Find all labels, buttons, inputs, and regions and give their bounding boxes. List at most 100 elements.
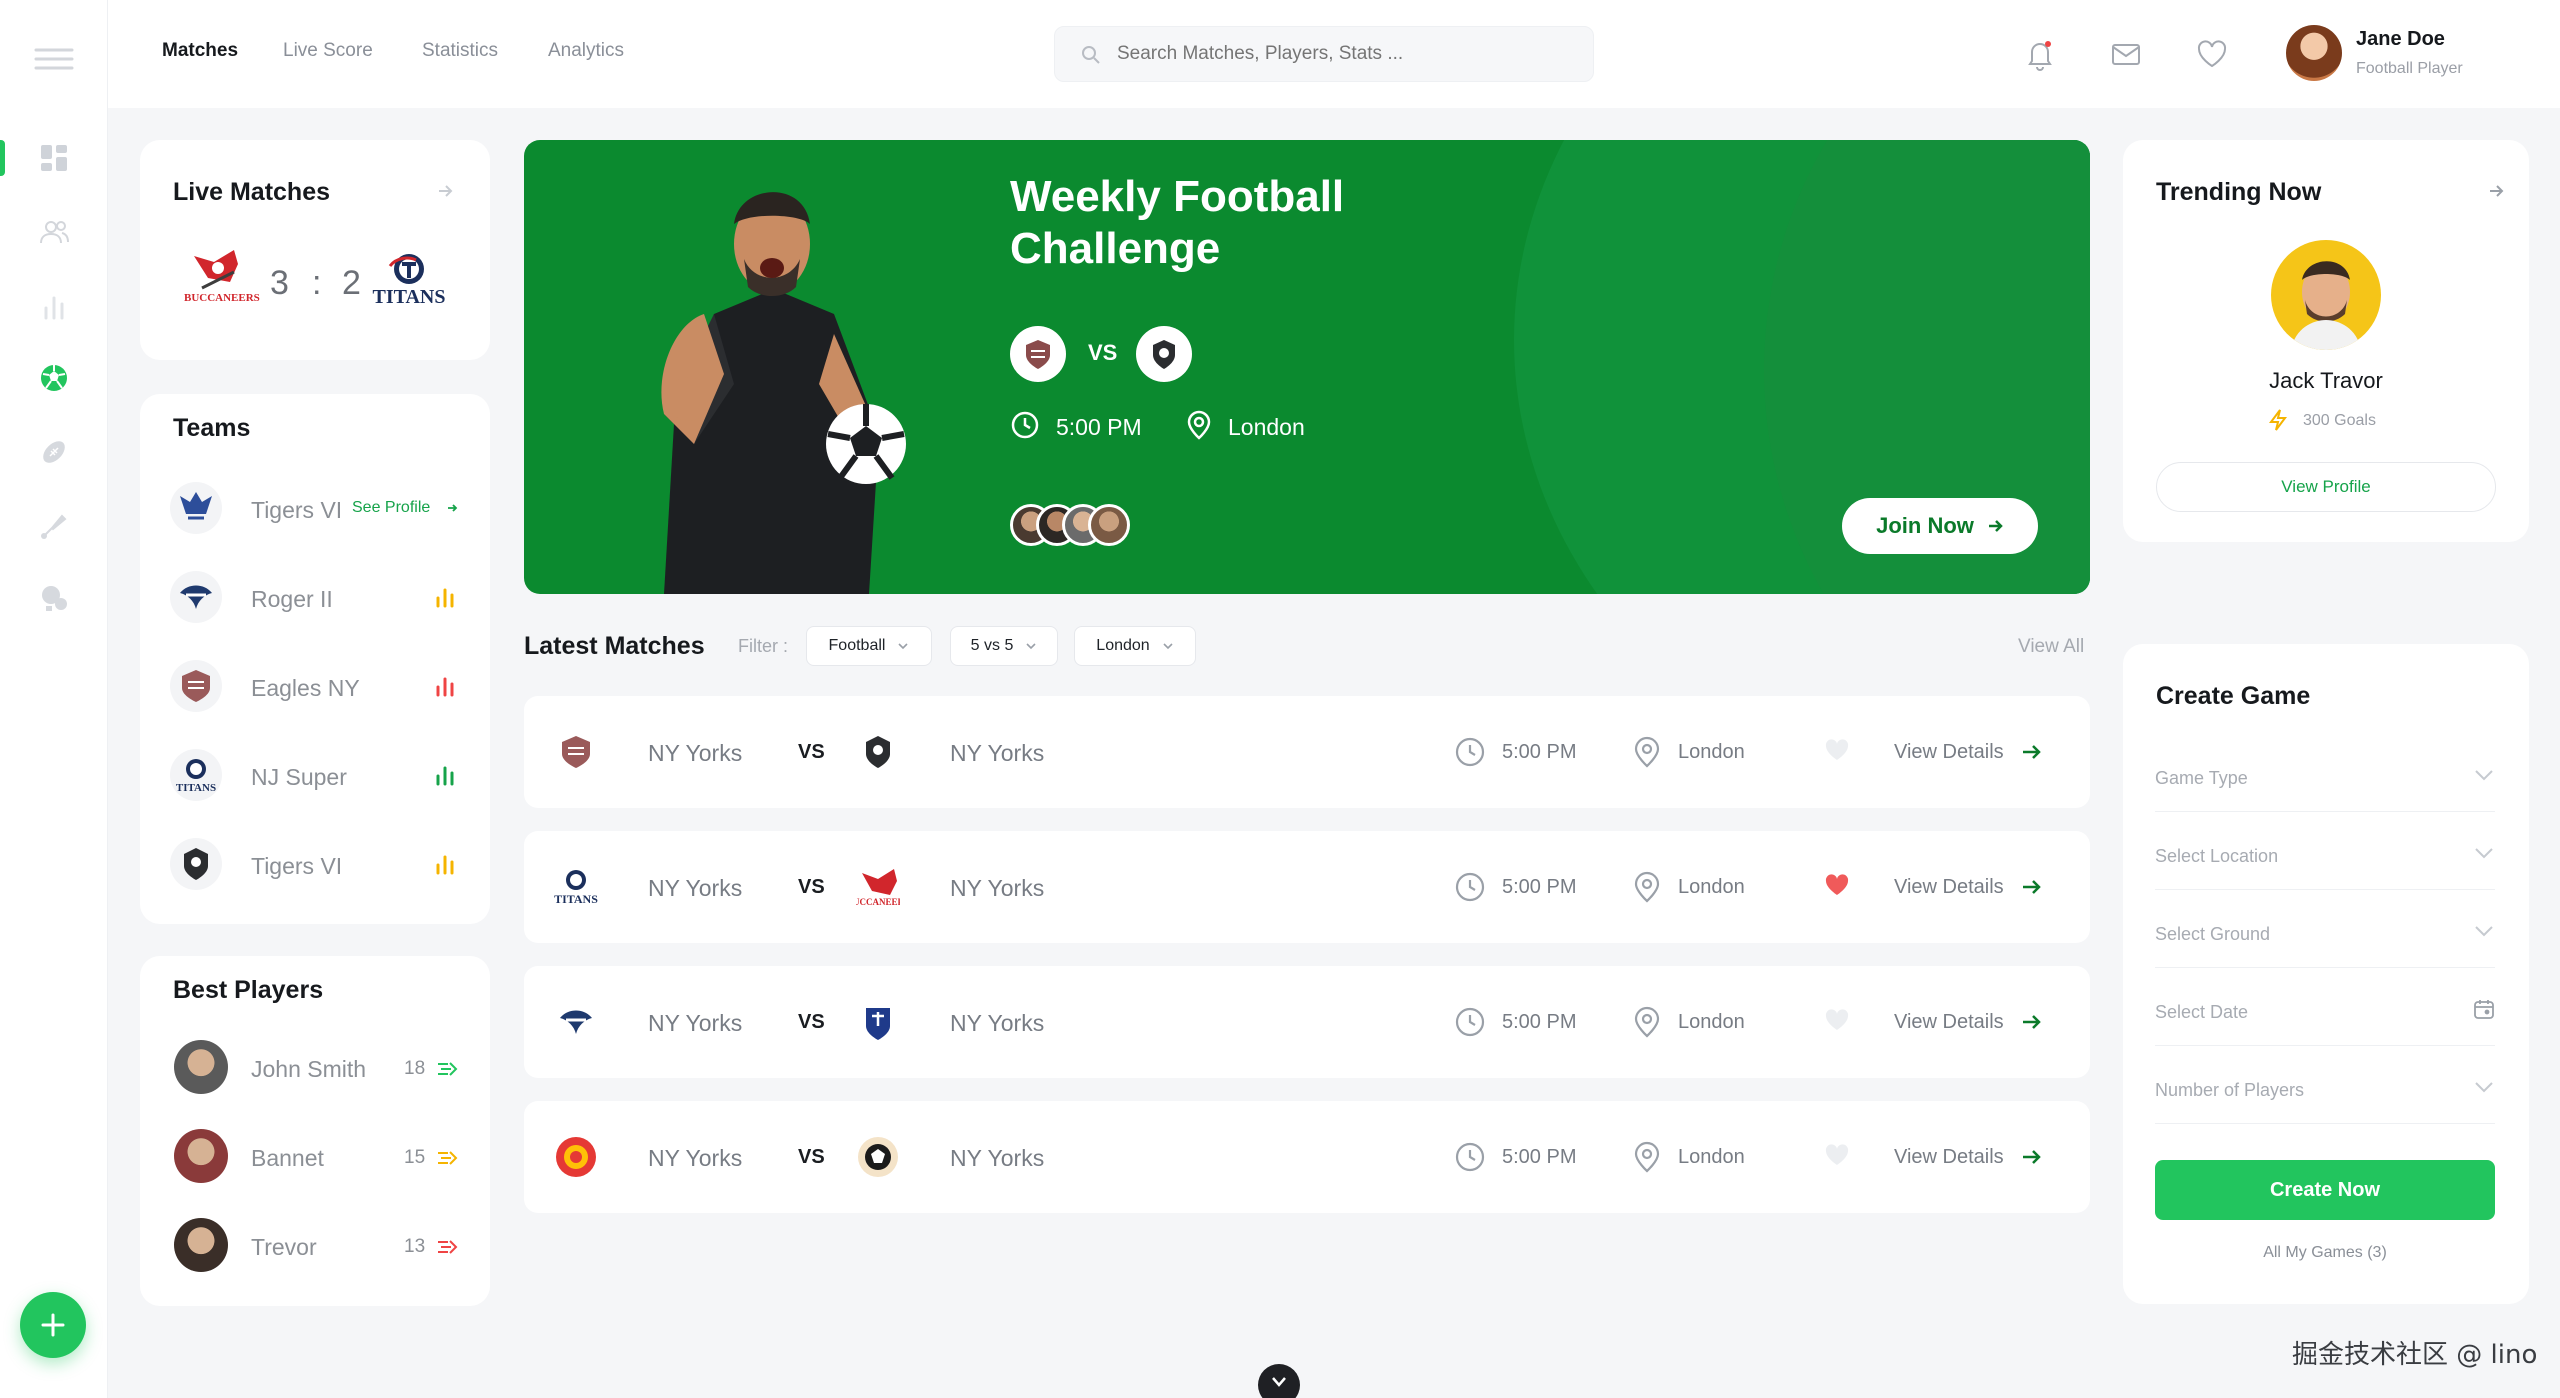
search-input[interactable] bbox=[1117, 37, 1567, 71]
match-row[interactable]: NY Yorks VS NY Yorks 5:00 PM London View Deta… bbox=[524, 1101, 2090, 1213]
date-label: Select Date bbox=[2155, 1002, 2249, 1022]
chart-bar-icon[interactable] bbox=[434, 764, 456, 791]
player-row[interactable]: Trevor 13 bbox=[140, 1216, 490, 1278]
team-row[interactable]: Tigers VI See Profile bbox=[140, 475, 490, 541]
team-row[interactable]: Eagles NY bbox=[140, 653, 490, 719]
rugby-icon[interactable] bbox=[34, 432, 74, 472]
trophy-icon[interactable] bbox=[34, 578, 74, 618]
arrow-right-icon[interactable] bbox=[2020, 1010, 2044, 1039]
clock-icon bbox=[1454, 871, 1486, 908]
match-time: 5:00 PM bbox=[1502, 876, 1577, 898]
chart-bar-icon[interactable] bbox=[434, 853, 456, 880]
user-name[interactable]: Jane Doe bbox=[2356, 28, 2445, 51]
view-profile-button[interactable]: View Profile bbox=[2156, 462, 2496, 512]
user-role: Football Player bbox=[2356, 60, 2463, 77]
player-name: John Smith bbox=[251, 1056, 367, 1082]
trending-goals: 300 Goals bbox=[2303, 412, 2376, 429]
player-row[interactable]: John Smith 18 bbox=[140, 1038, 490, 1100]
chart-bar-icon[interactable] bbox=[434, 586, 456, 613]
arrow-right-icon[interactable] bbox=[2020, 740, 2044, 769]
football-icon[interactable] bbox=[34, 358, 74, 398]
avatar bbox=[174, 1218, 228, 1272]
create-now-button[interactable]: Create Now bbox=[2155, 1160, 2495, 1220]
all-my-games-link[interactable]: All My Games (3) bbox=[2155, 1244, 2495, 1262]
players-select[interactable]: Number of Players bbox=[2155, 1046, 2495, 1124]
tab-matches[interactable]: Matches bbox=[162, 40, 238, 62]
match-row[interactable]: TITANS NY Yorks VS BUCCANEERS NY Yorks 5:00 P… bbox=[524, 831, 2090, 943]
team-row[interactable]: Roger II bbox=[140, 564, 490, 630]
filter-label: Filter : bbox=[738, 636, 789, 656]
lightning-icon bbox=[2269, 409, 2287, 431]
match-row[interactable]: NY Yorks VS NY Yorks 5:00 PM London View Deta… bbox=[524, 696, 2090, 808]
location-pin-icon bbox=[1632, 1006, 1662, 1043]
tab-statistics[interactable]: Statistics bbox=[422, 40, 498, 62]
favorite-heart-icon[interactable] bbox=[1824, 1143, 1850, 1172]
away-team-logo-icon bbox=[852, 1131, 904, 1183]
view-details-link[interactable]: View Details bbox=[1894, 1011, 2004, 1034]
away-team-logo-icon bbox=[852, 996, 904, 1048]
svg-text:TITANS: TITANS bbox=[554, 892, 598, 906]
user-avatar[interactable] bbox=[2286, 25, 2342, 81]
arrow-right-icon[interactable] bbox=[436, 182, 454, 200]
bell-icon[interactable] bbox=[2022, 36, 2058, 72]
hero-title-line1: Weekly Football bbox=[1010, 172, 1345, 221]
filter-location[interactable]: London bbox=[1074, 626, 1196, 666]
players-label: Number of Players bbox=[2155, 1080, 2305, 1100]
create-now-label: Create Now bbox=[2269, 1178, 2381, 1201]
game-type-select[interactable]: Game Type bbox=[2155, 734, 2495, 812]
player-score: 15 bbox=[404, 1147, 426, 1168]
ground-select[interactable]: Select Ground bbox=[2155, 890, 2495, 968]
mail-icon[interactable] bbox=[2108, 36, 2144, 72]
chart-bar-icon[interactable] bbox=[434, 675, 456, 702]
dashboard-icon[interactable] bbox=[34, 138, 74, 178]
hero-vs: VS bbox=[1088, 340, 1118, 365]
player-score: 18 bbox=[404, 1058, 426, 1079]
player-row[interactable]: Bannet 15 bbox=[140, 1127, 490, 1189]
menu-icon[interactable] bbox=[34, 44, 74, 74]
team-name: Roger II bbox=[251, 586, 333, 612]
arrow-right-icon[interactable] bbox=[2020, 875, 2044, 904]
match-vs: VS bbox=[798, 741, 825, 763]
filter-format[interactable]: 5 vs 5 bbox=[950, 626, 1058, 666]
badminton-icon[interactable] bbox=[34, 506, 74, 546]
scroll-down-handle[interactable] bbox=[1258, 1364, 1300, 1398]
view-details-link[interactable]: View Details bbox=[1894, 741, 2004, 764]
buccaneers-wordmark: BUCCANEERS bbox=[184, 292, 260, 304]
date-picker[interactable]: Select Date bbox=[2155, 968, 2495, 1046]
view-all-link[interactable]: View All bbox=[2018, 636, 2084, 658]
top-bar: Matches Live Score Statistics Analytics … bbox=[108, 0, 2560, 108]
match-time: 5:00 PM bbox=[1502, 1146, 1577, 1168]
filter-sport[interactable]: Football bbox=[806, 626, 932, 666]
favorite-heart-icon[interactable] bbox=[1824, 738, 1850, 767]
favorite-heart-icon[interactable] bbox=[1824, 873, 1850, 902]
arrow-right-icon[interactable] bbox=[2487, 182, 2505, 200]
titans-wordmark: TITANS bbox=[372, 286, 446, 308]
match-row[interactable]: NY Yorks VS NY Yorks 5:00 PM London View Deta… bbox=[524, 966, 2090, 1078]
chevron-down-icon bbox=[2475, 926, 2493, 937]
stats-icon[interactable] bbox=[34, 286, 74, 326]
chevron-down-icon bbox=[2475, 848, 2493, 859]
join-now-button[interactable]: Join Now bbox=[1842, 498, 2038, 554]
home-team-logo-icon bbox=[550, 1131, 602, 1183]
view-profile-label: View Profile bbox=[2281, 477, 2371, 496]
favorite-heart-icon[interactable] bbox=[1824, 1008, 1850, 1037]
see-profile-link[interactable]: See Profile bbox=[352, 499, 430, 517]
team-row[interactable]: Tigers VI bbox=[140, 831, 490, 897]
buccaneers-logo: BUCCANEERS bbox=[184, 248, 260, 310]
heart-icon[interactable] bbox=[2194, 36, 2230, 72]
team-row[interactable]: TITANS NJ Super bbox=[140, 742, 490, 808]
arrow-right-icon[interactable] bbox=[2020, 1145, 2044, 1174]
view-details-link[interactable]: View Details bbox=[1894, 876, 2004, 899]
users-icon[interactable] bbox=[34, 212, 74, 252]
location-label: Select Location bbox=[2155, 846, 2279, 866]
participant-avatars bbox=[1010, 504, 1140, 548]
view-details-link[interactable]: View Details bbox=[1894, 1146, 2004, 1169]
tab-analytics[interactable]: Analytics bbox=[548, 40, 624, 62]
home-team-logo-icon bbox=[550, 996, 602, 1048]
location-select[interactable]: Select Location bbox=[2155, 812, 2495, 890]
add-button[interactable] bbox=[20, 1292, 86, 1358]
tab-live-score[interactable]: Live Score bbox=[283, 40, 373, 62]
search-bar[interactable] bbox=[1054, 26, 1594, 82]
player-name: Bannet bbox=[251, 1145, 324, 1171]
home-score: 3 bbox=[270, 264, 289, 302]
